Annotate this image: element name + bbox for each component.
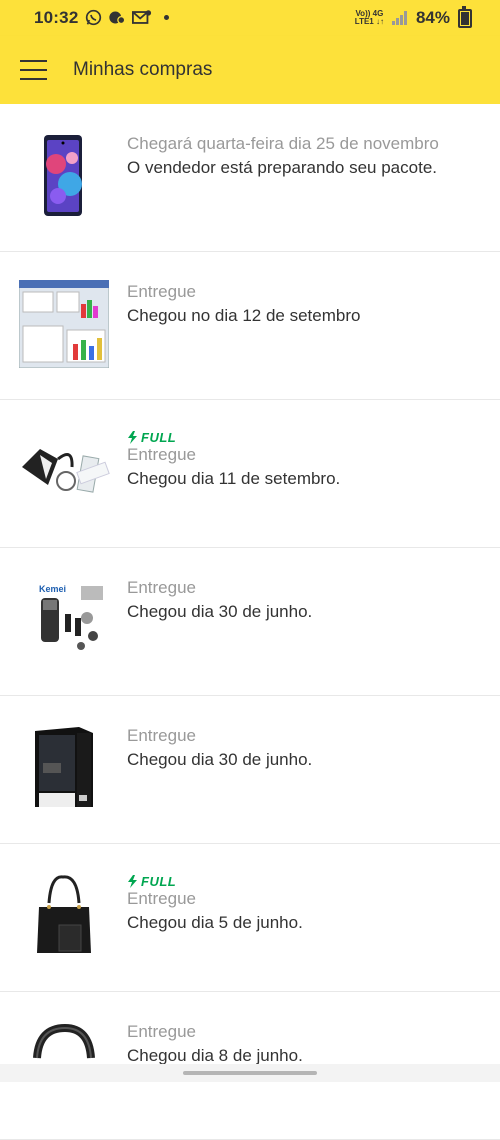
orders-list: Chegará quarta-feira dia 25 de novembro …	[0, 104, 500, 1140]
full-label: FULL	[141, 874, 177, 889]
order-item[interactable]: Entregue Chegou no dia 12 de setembro	[0, 252, 500, 400]
order-status: Entregue	[127, 282, 196, 301]
shaver-kit-image: Kemei	[18, 574, 110, 666]
menu-icon[interactable]	[20, 60, 47, 80]
pc-case-image	[18, 722, 110, 814]
order-status: Entregue	[127, 889, 196, 908]
order-detail: Chegou dia 5 de junho.	[127, 913, 303, 932]
battery-icon	[458, 5, 472, 28]
dnd-icon	[109, 11, 126, 25]
order-item[interactable]: FULL Entregue Chegou dia 5 de junho.	[0, 844, 500, 992]
app-bar: Minhas compras	[0, 36, 500, 104]
blood-pressure-monitor-image	[18, 426, 110, 518]
order-item[interactable]: Kemei Entregue Chegou dia 30 de junho.	[0, 548, 500, 696]
order-detail: Chegou dia 30 de junho.	[127, 602, 313, 621]
order-status: Chegará quarta-feira dia 25 de novembro	[127, 134, 439, 153]
order-detail: Chegou dia 11 de setembro.	[127, 469, 341, 488]
notification-icons	[85, 9, 169, 26]
order-status: Entregue	[127, 1022, 196, 1041]
notification-dot	[164, 15, 169, 20]
order-status: Entregue	[127, 726, 196, 745]
network-bottom-label: LTE1 ↓↑	[354, 17, 384, 26]
signal-icon	[391, 11, 407, 25]
order-status: Entregue	[127, 445, 196, 464]
full-badge: FULL	[127, 874, 488, 889]
full-label: FULL	[141, 430, 177, 445]
smartphone-image	[18, 130, 110, 222]
whatsapp-icon	[85, 9, 102, 26]
status-time: 10:32	[34, 8, 79, 27]
order-status: Entregue	[127, 578, 196, 597]
page-title: Minhas compras	[73, 59, 213, 80]
order-detail: Chegou dia 30 de junho.	[127, 750, 313, 769]
order-item[interactable]: Chegará quarta-feira dia 25 de novembro …	[0, 104, 500, 252]
order-item[interactable]: Entregue Chegou dia 30 de junho.	[0, 696, 500, 844]
battery-percent: 84%	[415, 8, 450, 27]
lightning-icon	[128, 431, 137, 444]
order-detail: Chegou no dia 12 de setembro	[127, 306, 361, 325]
brand-label: Kemei	[39, 584, 66, 594]
order-detail: Chegou dia 8 de junho.	[127, 1046, 303, 1065]
full-badge: FULL	[127, 430, 488, 445]
status-bar: 10:32 Vo)) 4G LTE1 ↓↑ 84%	[0, 0, 500, 36]
software-screenshot-image	[18, 278, 110, 370]
order-detail: O vendedor está preparando seu pacote.	[127, 158, 437, 177]
home-indicator[interactable]	[183, 1071, 317, 1075]
order-item[interactable]: FULL Entregue Chegou dia 11 de setembro.	[0, 400, 500, 548]
handbag-image	[18, 870, 110, 962]
lightning-icon	[128, 875, 137, 888]
network-indicator: Vo)) 4G LTE1 ↓↑	[355, 10, 384, 26]
email-icon	[132, 10, 152, 24]
